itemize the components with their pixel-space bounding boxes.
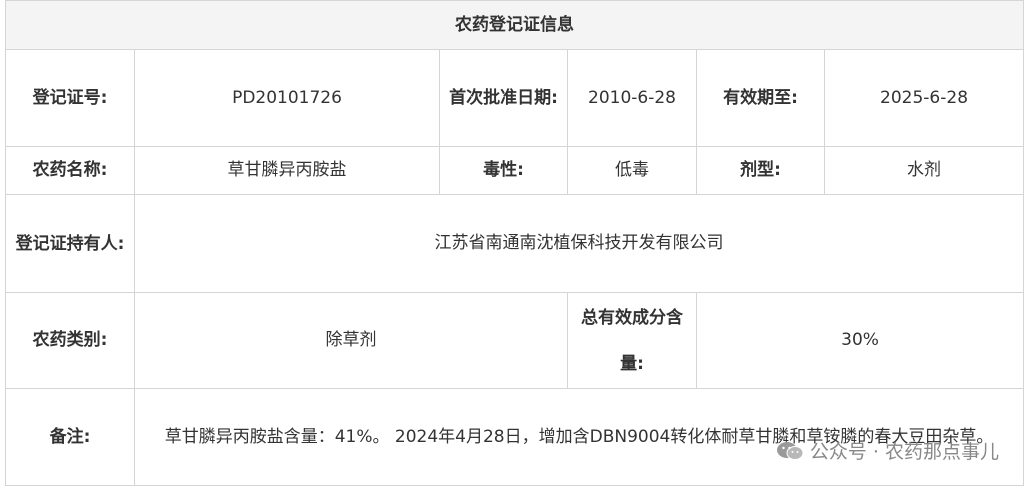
category-value: 除草剂 <box>134 292 568 389</box>
valid-until-value: 2025-6-28 <box>823 49 1025 147</box>
total-active-content-label: 总有效成分含量: <box>567 292 697 389</box>
category-label: 农药类别: <box>5 292 135 389</box>
first-approval-date-value: 2010-6-28 <box>567 49 697 147</box>
watermark-text: 公众号 · 农药那点事儿 <box>809 441 999 463</box>
valid-until-label: 有效期至: <box>696 49 825 147</box>
pesticide-name-value: 草甘膦异丙胺盐 <box>134 146 440 195</box>
formulation-label: 剂型: <box>696 146 825 195</box>
table-title: 农药登记证信息 <box>4 0 1025 50</box>
holder-value: 江苏省南通南沈植保科技开发有限公司 <box>133 194 1025 293</box>
registration-no-label: 登记证号: <box>5 49 135 147</box>
pesticide-name-label: 农药名称: <box>5 146 135 195</box>
total-active-content-value: 30% <box>695 292 1025 389</box>
holder-label: 登记证持有人: <box>5 194 135 293</box>
remarks-label: 备注: <box>5 388 135 486</box>
toxicity-label: 毒性: <box>439 146 568 195</box>
wechat-icon <box>776 441 804 460</box>
registration-table: 农药登记证信息 登记证号: PD20101726 首次批准日期: 2010-6-… <box>4 0 1025 486</box>
toxicity-value: 低毒 <box>567 146 697 195</box>
registration-no-value: PD20101726 <box>134 49 440 147</box>
first-approval-date-label: 首次批准日期: <box>439 49 568 147</box>
formulation-value: 水剂 <box>823 146 1025 195</box>
watermark: 公众号 · 农药那点事儿 <box>776 437 999 464</box>
